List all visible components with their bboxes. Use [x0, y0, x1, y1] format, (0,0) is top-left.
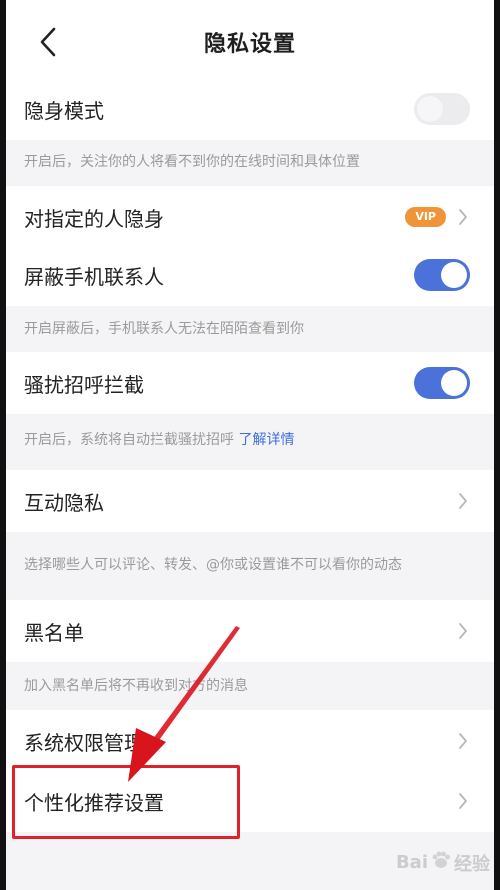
- page-title: 隐私设置: [203, 32, 296, 57]
- chevron-right-icon: [456, 207, 470, 227]
- blacklist-description: 加入黑名单后将不再收到对方的消息: [6, 662, 494, 710]
- chevron-left-icon: [40, 27, 56, 57]
- paw-icon: [430, 849, 452, 876]
- row-label: 系统权限管理: [24, 730, 144, 755]
- back-button[interactable]: [34, 26, 62, 58]
- chevron-right-icon: [456, 491, 470, 511]
- harassment-block-description: 开启后，系统将自动拦截骚扰招呼 了解详情: [6, 414, 494, 466]
- row-label: 对指定的人隐身: [24, 206, 164, 231]
- chevron-right-icon: [456, 731, 470, 751]
- chevron-right-icon: [456, 791, 470, 811]
- row-interaction-privacy[interactable]: 互动隐私: [6, 470, 494, 532]
- harassment-block-toggle[interactable]: [414, 367, 470, 399]
- row-label: 隐身模式: [24, 98, 104, 123]
- highlight-box: [12, 765, 240, 839]
- stealth-mode-toggle[interactable]: [414, 93, 470, 125]
- watermark-text: 经验: [454, 853, 490, 875]
- row-system-permissions[interactable]: 系统权限管理: [6, 710, 494, 772]
- learn-more-link[interactable]: 了解详情: [238, 429, 294, 451]
- row-label: 互动隐私: [24, 490, 104, 515]
- nav-header: 隐私设置: [6, 0, 494, 84]
- watermark-text: Bai: [395, 852, 428, 873]
- device-frame-right: [494, 0, 500, 890]
- interaction-privacy-description: 选择哪些人可以评论、转发、@你或设置谁不可以看你的动态: [6, 532, 494, 598]
- row-stealth-mode[interactable]: 隐身模式: [6, 78, 494, 140]
- row-harassment-block[interactable]: 骚扰招呼拦截: [6, 352, 494, 414]
- row-blacklist[interactable]: 黑名单: [6, 600, 494, 662]
- block-contacts-toggle[interactable]: [414, 259, 470, 291]
- row-block-contacts[interactable]: 屏蔽手机联系人: [6, 244, 494, 306]
- chevron-right-icon: [456, 621, 470, 641]
- block-contacts-description: 开启屏蔽后，手机联系人无法在陌陌查看到你: [6, 306, 494, 352]
- vip-badge: VIP: [405, 207, 446, 227]
- stealth-description: 开启后，关注你的人将看不到你的在线时间和具体位置: [6, 140, 494, 184]
- description-text: 开启后，系统将自动拦截骚扰招呼: [24, 432, 234, 448]
- baidu-watermark: Bai 经验: [396, 849, 490, 876]
- row-label: 黑名单: [24, 620, 84, 645]
- row-hide-from-specific[interactable]: 对指定的人隐身 VIP: [6, 186, 494, 248]
- row-label: 屏蔽手机联系人: [24, 264, 164, 289]
- row-label: 骚扰招呼拦截: [24, 372, 144, 397]
